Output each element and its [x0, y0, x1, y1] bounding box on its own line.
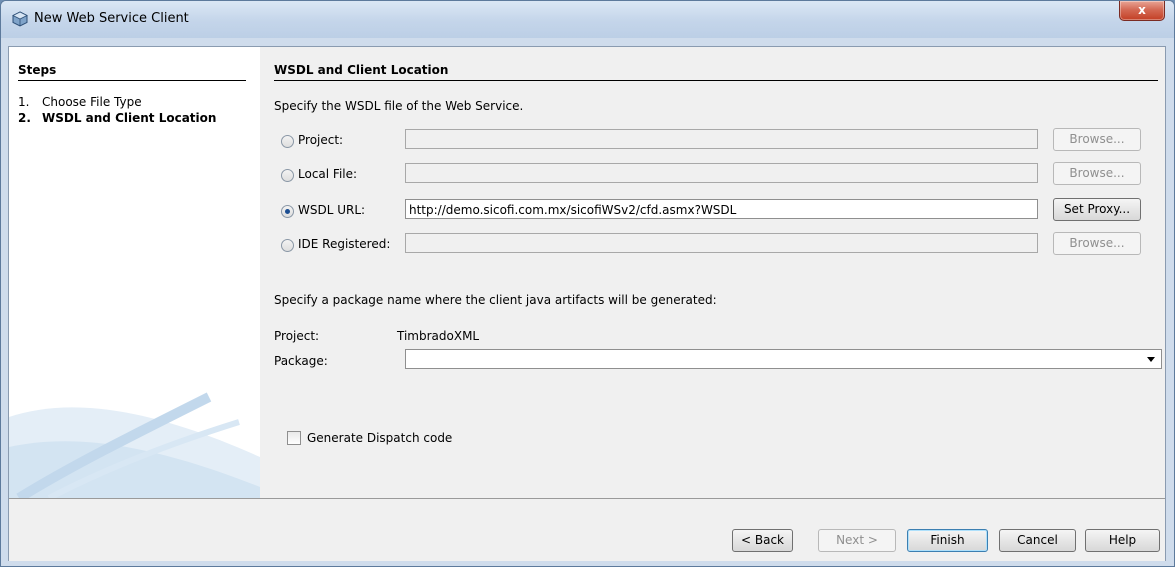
finish-button[interactable]: Finish — [907, 529, 988, 552]
wsdl-url-input[interactable]: http://demo.sicofi.com.mx/sicofiWSv2/cfd… — [405, 199, 1038, 219]
radio-wsdl-url[interactable] — [281, 205, 294, 218]
browse-ide-registered-button[interactable]: Browse... — [1053, 232, 1141, 255]
netbeans-cube-icon — [12, 11, 28, 27]
step-item-choose-file-type: 1. Choose File Type — [18, 95, 142, 109]
step-label: Choose File Type — [42, 95, 142, 109]
radio-ide-registered[interactable] — [281, 239, 294, 252]
browse-project-button[interactable]: Browse... — [1053, 128, 1141, 151]
project-label: Project: — [274, 329, 320, 343]
package-instruction: Specify a package name where the client … — [274, 293, 717, 307]
cancel-button[interactable]: Cancel — [999, 529, 1076, 552]
step-label: WSDL and Client Location — [42, 111, 217, 125]
radio-local-file[interactable] — [281, 169, 294, 182]
set-proxy-button[interactable]: Set Proxy... — [1053, 198, 1141, 221]
chevron-down-icon[interactable] — [1147, 357, 1155, 362]
ide-registered-label: IDE Registered: — [298, 237, 391, 251]
next-button[interactable]: Next > — [818, 529, 896, 552]
generate-dispatch-checkbox[interactable] — [287, 431, 301, 445]
wsdl-url-label: WSDL URL: — [298, 203, 366, 217]
project-value: TimbradoXML — [397, 329, 480, 343]
local-file-field[interactable] — [405, 163, 1038, 183]
dialog-body: Steps 1. Choose File Type 2. WSDL and Clie… — [8, 46, 1166, 561]
close-button[interactable]: x — [1119, 1, 1165, 21]
generate-dispatch-label: Generate Dispatch code — [307, 431, 453, 445]
package-label: Package: — [274, 354, 328, 368]
package-combobox[interactable] — [405, 349, 1162, 369]
browse-local-file-button[interactable]: Browse... — [1053, 162, 1141, 185]
step-item-wsdl-client-location: 2. WSDL and Client Location — [18, 111, 216, 125]
button-bar: < Back Next > Finish Cancel Help — [9, 498, 1165, 561]
dialog-window: New Web Service Client x Steps 1. Choose … — [0, 0, 1175, 567]
help-button[interactable]: Help — [1085, 529, 1160, 552]
local-file-label: Local File: — [298, 167, 358, 181]
window-title: New Web Service Client — [34, 11, 189, 26]
step-number: 2. — [18, 111, 31, 125]
wsdl-url-value: http://demo.sicofi.com.mx/sicofiWSv2/cfd… — [409, 203, 737, 217]
radio-project[interactable] — [281, 135, 294, 148]
wsdl-instruction: Specify the WSDL file of the Web Service… — [274, 99, 524, 113]
back-button[interactable]: < Back — [732, 529, 793, 552]
steps-panel: Steps 1. Choose File Type 2. WSDL and Clie… — [9, 47, 260, 498]
steps-heading: Steps — [18, 63, 246, 81]
project-source-label: Project: — [298, 133, 344, 147]
project-field[interactable] — [405, 129, 1038, 149]
decorative-swoosh — [9, 392, 260, 498]
content-panel: WSDL and Client Location Specify the WSD… — [260, 47, 1165, 498]
step-number: 1. — [18, 95, 30, 109]
content-heading: WSDL and Client Location — [274, 63, 1158, 81]
ide-registered-field[interactable] — [405, 233, 1038, 253]
title-bar[interactable]: New Web Service Client x — [1, 1, 1174, 38]
